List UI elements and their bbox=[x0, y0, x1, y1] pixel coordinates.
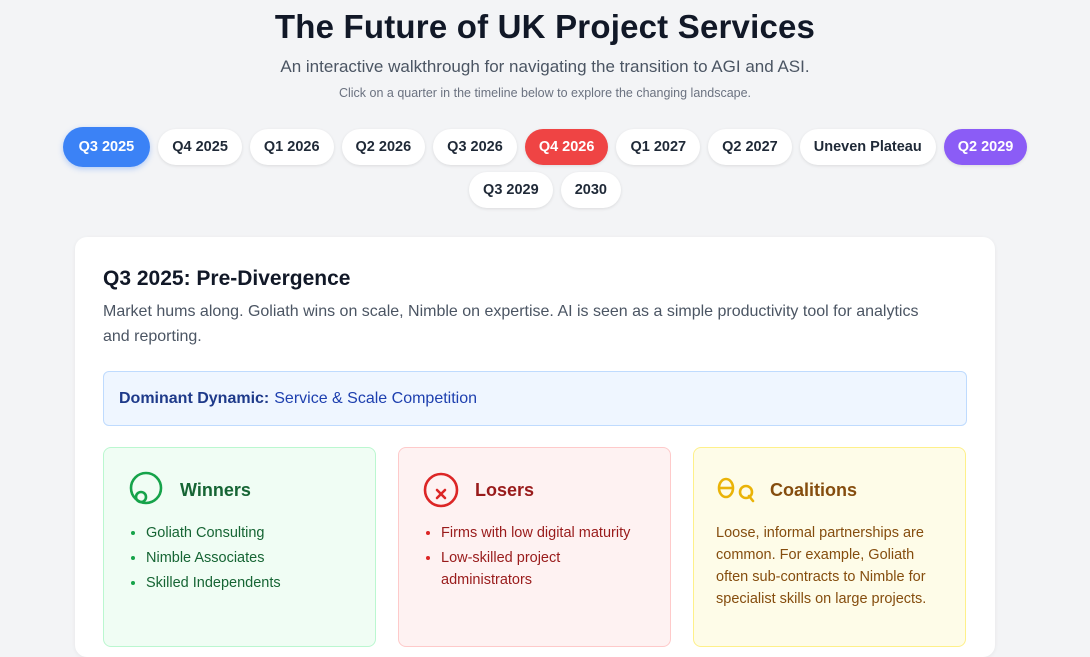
winners-panel: Winners Goliath Consulting Nimble Associ… bbox=[103, 447, 376, 647]
page-title: The Future of UK Project Services bbox=[274, 8, 816, 45]
timeline: Q3 2025 Q4 2025 Q1 2026 Q2 2026 Q3 2026 … bbox=[30, 127, 1060, 208]
timeline-button-q4-2026[interactable]: Q4 2026 bbox=[524, 129, 609, 165]
losers-list: Firms with low digital maturity Low-skil… bbox=[421, 522, 648, 591]
coalitions-title: Coalitions bbox=[770, 479, 858, 500]
list-item: Nimble Associates bbox=[146, 547, 353, 569]
list-item: Low-skilled project administrators bbox=[441, 547, 648, 591]
timeline-button-q1-2027[interactable]: Q1 2027 bbox=[616, 129, 701, 165]
losers-title: Losers bbox=[475, 479, 535, 500]
dominant-dynamic-value: Service & Scale Competition bbox=[274, 389, 478, 407]
winners-header: Winners bbox=[126, 470, 353, 510]
coalitions-panel: Coalitions Loose, informal partnerships … bbox=[693, 447, 966, 647]
detail-card: Q3 2025: Pre-Divergence Market hums alon… bbox=[75, 237, 995, 657]
timeline-button-q2-2027[interactable]: Q2 2027 bbox=[708, 129, 792, 165]
detail-description: Market hums along. Goliath wins on scale… bbox=[103, 303, 919, 345]
losers-header: Losers bbox=[421, 470, 648, 510]
timeline-button-q3-2029[interactable]: Q3 2029 bbox=[469, 172, 553, 208]
impact-columns: Winners Goliath Consulting Nimble Associ… bbox=[103, 447, 967, 647]
coalitions-header: Coalitions bbox=[716, 470, 943, 510]
timeline-button-q3-2025[interactable]: Q3 2025 bbox=[62, 127, 151, 167]
list-item: Firms with low digital maturity bbox=[441, 522, 648, 544]
x-circle-icon bbox=[421, 470, 461, 510]
timeline-button-q2-2029[interactable]: Q2 2029 bbox=[943, 129, 1028, 165]
page-header: The Future of UK Project Services An int… bbox=[0, 0, 1090, 101]
page-instruction: Click on a quarter in the timeline below… bbox=[338, 86, 752, 100]
losers-panel: Losers Firms with low digital maturity L… bbox=[398, 447, 671, 647]
winners-title: Winners bbox=[180, 479, 251, 500]
detail-title: Q3 2025: Pre-Divergence bbox=[103, 267, 351, 290]
timeline-button-q2-2026[interactable]: Q2 2026 bbox=[341, 129, 426, 165]
list-item: Goliath Consulting bbox=[146, 522, 353, 544]
timeline-button-uneven-plateau[interactable]: Uneven Plateau bbox=[799, 129, 936, 165]
list-item: Skilled Independents bbox=[146, 572, 353, 594]
timeline-button-q1-2026[interactable]: Q1 2026 bbox=[249, 129, 334, 165]
dominant-dynamic-label: Dominant Dynamic: bbox=[119, 389, 270, 407]
winners-list: Goliath Consulting Nimble Associates Ski… bbox=[126, 522, 353, 594]
link-icon bbox=[716, 470, 756, 510]
timeline-button-2030[interactable]: 2030 bbox=[560, 172, 621, 208]
timeline-button-q4-2025[interactable]: Q4 2025 bbox=[158, 129, 242, 165]
trophy-icon bbox=[126, 470, 166, 510]
coalitions-text: Loose, informal partnerships are common.… bbox=[716, 525, 927, 607]
page-subtitle: An interactive walkthrough for navigatin… bbox=[280, 57, 810, 76]
timeline-button-q3-2026[interactable]: Q3 2026 bbox=[433, 129, 517, 165]
dominant-dynamic-box: Dominant Dynamic: Service & Scale Compet… bbox=[103, 371, 967, 426]
